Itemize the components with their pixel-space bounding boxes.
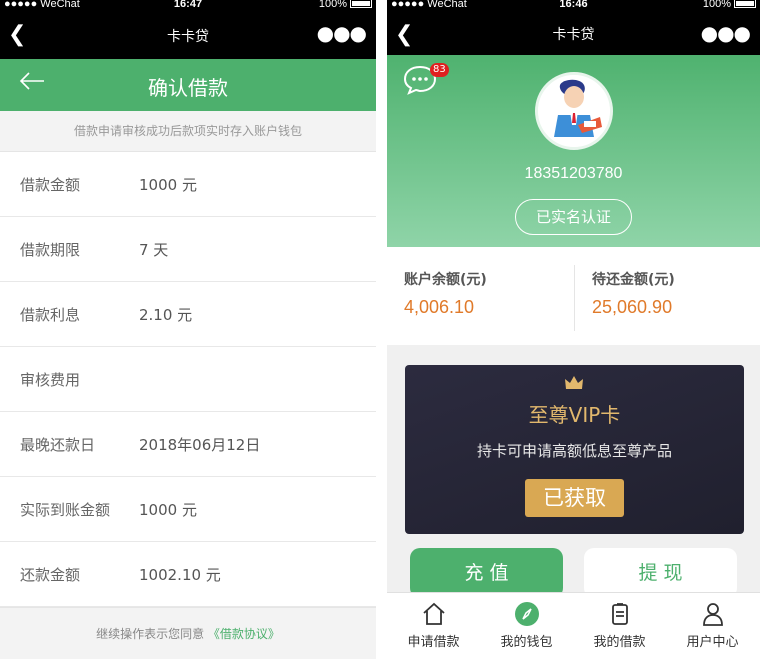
page-header: 确认借款 [0, 59, 376, 111]
detail-label: 最晚还款日 [20, 436, 96, 454]
detail-label: 还款金额 [20, 566, 81, 584]
balance-label: 账户余额(元) [404, 272, 487, 288]
loan-agreement-link[interactable]: 《借款协议》 [208, 627, 280, 641]
vip-description: 持卡可申请高额低息至尊产品 [476, 442, 672, 460]
battery-indicator: 100% [703, 0, 756, 10]
account-balance[interactable]: 账户余额(元) 4,006.10 [404, 269, 487, 318]
wechat-nav-bar: ❮ 卡卡贷 ●●● [0, 12, 376, 59]
withdraw-button[interactable]: 提 现 [584, 548, 737, 598]
detail-label: 借款利息 [20, 306, 81, 324]
crown-icon [565, 376, 583, 389]
detail-value: 2018年06月12日 [139, 436, 261, 454]
wallet-actions: 充 值 提 现 [387, 548, 760, 598]
wechat-nav-bar: ❮ 卡卡贷 ●●● [387, 12, 760, 55]
confirm-loan-screen: ●●●●● WeChat 16:47 100% ❮ 卡卡贷 ●●● 确认借款 借… [0, 0, 376, 659]
detail-row-received: 实际到账金额 1000 元 [0, 477, 376, 542]
more-dots-icon[interactable]: ●●● [317, 21, 367, 45]
detail-row-amount: 借款金额 1000 元 [0, 152, 376, 217]
document-icon [612, 603, 628, 625]
tab-label: 申请借款 [407, 635, 460, 650]
message-count-badge: 83 [430, 63, 449, 77]
due-label: 待还金额(元) [592, 272, 675, 288]
battery-icon [350, 0, 372, 8]
balance-divider [574, 265, 575, 331]
detail-value: 7 天 [139, 241, 169, 259]
tab-user-center[interactable]: 用户中心 [666, 593, 759, 659]
detail-value: 1000 元 [139, 176, 197, 194]
detail-value: 1002.10 元 [139, 566, 221, 584]
due-value: 25,060.90 [592, 297, 673, 317]
pending-repayment[interactable]: 待还金额(元) 25,060.90 [592, 269, 675, 318]
battery-percent: 100% [702, 0, 731, 10]
notice-text: 借款申请审核成功后款项实时存入账户钱包 [0, 111, 376, 152]
detail-row-due-date: 最晚还款日 2018年06月12日 [0, 412, 376, 477]
status-bar: ●●●●● WeChat 16:47 100% [0, 0, 376, 12]
detail-label: 实际到账金额 [20, 501, 111, 519]
tab-label: 我的借款 [593, 635, 646, 650]
status-bar: ●●●●● WeChat 16:46 100% [387, 0, 760, 12]
detail-value: 1000 元 [139, 501, 197, 519]
battery-icon [734, 0, 756, 8]
compass-icon [515, 602, 539, 626]
detail-row-interest: 借款利息 2.10 元 [0, 282, 376, 347]
detail-label: 借款金额 [20, 176, 81, 194]
tab-label: 用户中心 [686, 635, 739, 650]
tab-apply-loan[interactable]: 申请借款 [387, 593, 480, 659]
detail-label: 借款期限 [20, 241, 81, 259]
profile-header: 83 18351203780 已实名认证 [387, 55, 760, 247]
more-dots-icon[interactable]: ●●● [701, 21, 751, 45]
home-icon [423, 602, 445, 625]
agreement-note: 继续操作表示您同意 《借款协议》 [0, 607, 376, 659]
vip-title: 至尊VIP卡 [528, 403, 621, 427]
battery-indicator: 100% [319, 0, 372, 10]
agreement-text: 继续操作表示您同意 [96, 627, 205, 641]
vip-obtained-button[interactable]: 已获取 [525, 479, 624, 517]
tab-label: 我的钱包 [500, 635, 553, 650]
page-title: 确认借款 [148, 76, 228, 100]
detail-row-repayment: 还款金额 1002.10 元 [0, 542, 376, 607]
detail-row-term: 借款期限 7 天 [0, 217, 376, 282]
loan-details: 借款金额 1000 元 借款期限 7 天 借款利息 2.10 元 审核费用 最晚还款日… [0, 152, 376, 607]
recharge-button[interactable]: 充 值 [410, 548, 563, 598]
balance-panel: 账户余额(元) 4,006.10 待还金额(元) 25,060.90 [387, 247, 760, 345]
balance-value: 4,006.10 [404, 297, 475, 317]
avatar[interactable] [535, 72, 613, 150]
user-avatar-illustration-icon [538, 75, 610, 147]
bottom-tab-bar: 申请借款 我的钱包 我的借款 用户中心 [387, 592, 760, 659]
wallet-screen: ●●●●● WeChat 16:46 100% ❮ 卡卡贷 ●●● 83 183 [387, 0, 760, 659]
user-icon [703, 603, 723, 626]
verified-badge[interactable]: 已实名认证 [515, 199, 632, 235]
detail-label: 审核费用 [20, 371, 81, 389]
detail-row-review-fee: 审核费用 [0, 347, 376, 412]
vip-card[interactable]: 至尊VIP卡 持卡可申请高额低息至尊产品 已获取 [405, 365, 744, 534]
detail-value: 2.10 元 [139, 306, 193, 324]
battery-percent: 100% [318, 0, 347, 10]
tab-my-loans[interactable]: 我的借款 [573, 593, 666, 659]
tab-my-wallet[interactable]: 我的钱包 [480, 593, 573, 659]
user-phone-number: 18351203780 [524, 165, 623, 182]
